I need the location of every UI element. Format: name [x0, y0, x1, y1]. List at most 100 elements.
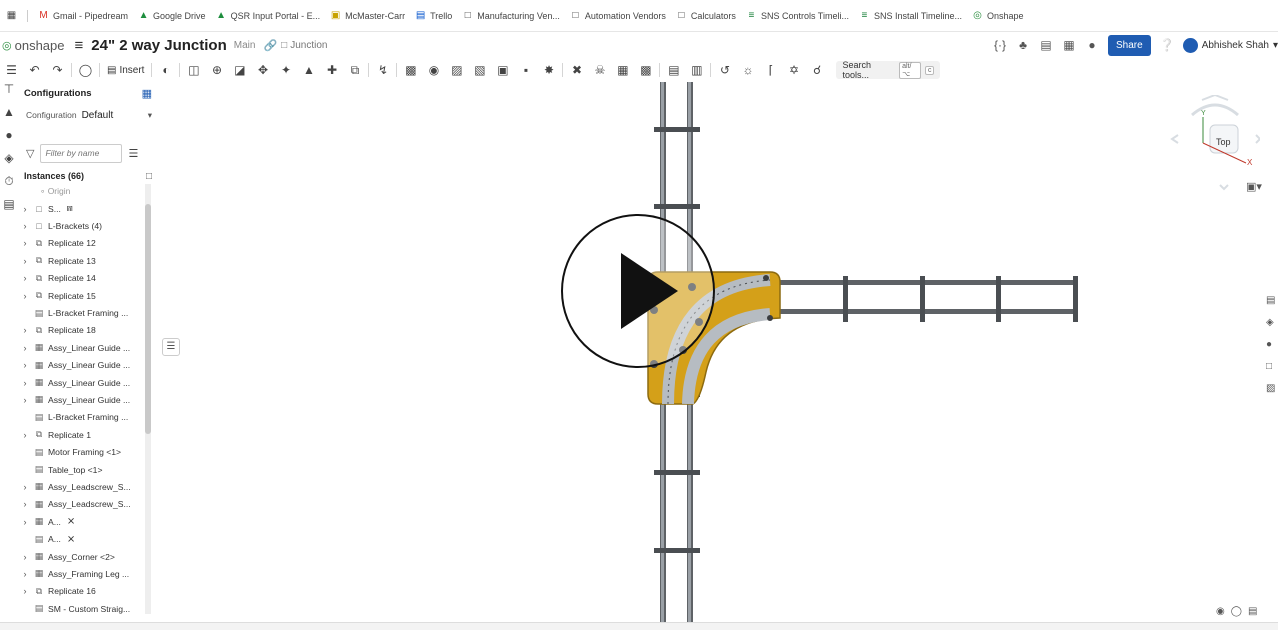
tree-item[interactable]: › ⧉ Replicate 18 — [18, 322, 158, 339]
expand-chevron-icon[interactable]: › — [18, 499, 32, 509]
globe-icon[interactable]: ● — [1085, 38, 1099, 52]
tangent-mate-icon[interactable]: ↯ — [371, 63, 394, 77]
spring-icon[interactable]: ↺ — [713, 63, 736, 77]
filter-icon[interactable]: ▽ — [26, 147, 34, 160]
expand-chevron-icon[interactable]: › — [18, 273, 32, 283]
tree-item[interactable]: › ⧉ Replicate 1 — [18, 426, 158, 443]
bookmark-item[interactable]: □ Calculators — [676, 10, 736, 21]
frame-icon[interactable]: ✖ — [565, 63, 588, 77]
planar-mate-icon[interactable]: ✦ — [274, 63, 297, 77]
tree-item[interactable]: › ▦ Assy_Linear Guide ... — [18, 374, 158, 391]
mate-connector-icon[interactable]: ◉ — [422, 63, 445, 77]
apps-icon[interactable]: ▦ — [1062, 38, 1076, 52]
expand-chevron-icon[interactable]: › — [18, 291, 32, 301]
expand-chevron-icon[interactable]: › — [18, 221, 32, 231]
bookmark-item[interactable]: ≡ SNS Install Timeline... — [859, 10, 962, 21]
tree-item[interactable]: ▤ Motor Framing <1> — [18, 443, 158, 460]
bookmark-item[interactable]: ▤ Trello — [415, 10, 452, 21]
bom-icon[interactable]: ▤ — [662, 63, 685, 77]
tree-item[interactable]: ▤ L-Bracket Framing ... — [18, 304, 158, 321]
expand-chevron-icon[interactable]: › — [18, 360, 32, 370]
graphics-canvas[interactable] — [158, 82, 1266, 622]
tree-item[interactable]: ▤ A... ⨯ — [18, 530, 158, 547]
weld-icon[interactable]: ☠ — [588, 63, 611, 77]
scrollbar-thumb[interactable] — [145, 204, 151, 434]
document-title[interactable]: 24" 2 way Junction — [91, 37, 227, 54]
expand-chevron-icon[interactable]: › — [18, 378, 32, 388]
expand-chevron-icon[interactable]: › — [18, 204, 32, 214]
stack-icon[interactable]: ▤ — [1248, 606, 1257, 617]
feature-list-icon[interactable]: ☰ — [0, 63, 23, 77]
expand-chevron-icon[interactable]: › — [18, 586, 32, 596]
tree-item[interactable]: ▤ Table_top <1> — [18, 461, 158, 478]
list-view-icon[interactable]: ☰ — [128, 147, 138, 160]
variables-icon[interactable]: {·} — [993, 38, 1007, 52]
tree-item[interactable]: › ⧉ Replicate 15 — [18, 287, 158, 304]
expand-chevron-icon[interactable]: › — [18, 552, 32, 562]
expand-chevron-icon[interactable]: › — [18, 256, 32, 266]
expand-chevron-icon[interactable]: › — [18, 569, 32, 579]
fastened-mate-icon[interactable]: ⊕ — [205, 63, 228, 77]
expand-chevron-icon[interactable]: › — [18, 430, 32, 440]
expand-chevron-icon[interactable]: › — [18, 343, 32, 353]
document-icon[interactable]: ▤ — [1039, 38, 1053, 52]
pattern-icon[interactable]: ▣ — [491, 63, 514, 77]
mates-panel-icon[interactable]: ● — [1266, 339, 1278, 361]
tree-item[interactable]: › ▦ Assy_Framing Leg ... — [18, 565, 158, 582]
mates-icon[interactable]: ⊤ — [0, 82, 18, 105]
bookmark-item[interactable]: ≡ SNS Controls Timeli... — [746, 10, 849, 21]
filter-input[interactable] — [40, 143, 123, 163]
help-icon[interactable]: ❔ — [1160, 38, 1175, 52]
tree-item[interactable]: › □ S... ⩎ — [18, 200, 158, 217]
group-icon[interactable]: ▩ — [399, 63, 422, 77]
tree-item[interactable]: › ⧉ Replicate 14 — [18, 270, 158, 287]
revolute-mate-icon[interactable]: ◪ — [228, 63, 251, 77]
section-icon[interactable]: ▪ — [514, 63, 537, 77]
replicate-icon[interactable]: ▧ — [468, 63, 491, 77]
tree-item[interactable]: › ▦ Assy_Leadscrew_S... — [18, 478, 158, 495]
expand-chevron-icon[interactable]: › — [18, 517, 32, 527]
tree-item[interactable]: › ▦ Assy_Linear Guide ... — [18, 391, 158, 408]
view-options-icon[interactable]: ▣▾ — [1246, 180, 1262, 193]
origin-item[interactable]: ∘ Origin — [18, 186, 158, 200]
bookmark-item[interactable]: ◎ Onshape — [972, 10, 1023, 21]
tree-item[interactable]: › ⧉ Replicate 12 — [18, 235, 158, 252]
view-cube-top-label[interactable]: Top — [1216, 137, 1231, 147]
parts-icon[interactable]: ◈ — [0, 151, 18, 174]
bookmark-item[interactable]: ▲ QSR Input Portal - E... — [216, 10, 320, 21]
ball-mate-icon[interactable]: ⧉ — [343, 63, 366, 78]
notifications-icon[interactable]: ♣ — [1016, 38, 1030, 52]
linear-relation-icon[interactable]: ☌ — [805, 63, 828, 77]
folder-breadcrumb[interactable]: □ Junction — [281, 40, 327, 51]
gear-mate-icon[interactable]: ☼ — [736, 63, 759, 77]
tree-item[interactable]: › ▦ Assy_Corner <2> — [18, 548, 158, 565]
bookmark-item[interactable]: M Gmail - Pipedream — [38, 10, 128, 21]
redo-icon[interactable]: ↷ — [46, 63, 69, 77]
tree-item[interactable]: › ▦ A... ⨯ — [18, 513, 158, 530]
branch-label[interactable]: Main — [234, 40, 256, 51]
menu-icon[interactable]: ≡ — [75, 37, 84, 54]
comments-icon[interactable]: ● — [0, 128, 18, 151]
bookmark-item[interactable]: □ Automation Vendors — [570, 10, 666, 21]
appearance-icon[interactable]: ▲ — [0, 105, 18, 128]
insert-button[interactable]: ▤ Insert — [102, 65, 149, 76]
tree-item[interactable]: › □ L-Brackets (4) — [18, 217, 158, 234]
rack-icon[interactable]: ▦ — [611, 63, 634, 77]
bom-panel-icon[interactable]: ▤ — [0, 197, 18, 220]
tree-item[interactable]: › ▦ Assy_Leadscrew_S... — [18, 496, 158, 513]
configuration-table-icon[interactable]: ▦ — [142, 87, 152, 100]
bom-side-icon[interactable]: ▨ — [1266, 383, 1278, 405]
apps-button[interactable]: ▦ — [6, 10, 17, 21]
expand-chevron-icon[interactable]: › — [18, 482, 32, 492]
link-icon[interactable]: 🔗 — [263, 39, 277, 52]
share-button[interactable]: Share — [1108, 34, 1151, 56]
configuration-select[interactable]: Configuration Default ▾ — [18, 104, 158, 126]
parts-panel-icon[interactable]: □ — [1266, 361, 1278, 383]
collapse-all-icon[interactable]: □ — [146, 171, 152, 182]
cloud-icon[interactable]: ◯ — [1231, 606, 1242, 617]
tree-item[interactable]: › ⧉ Replicate 13 — [18, 252, 158, 269]
tree-item[interactable]: › ▦ Assy_Linear Guide ... — [18, 357, 158, 374]
bookmark-item[interactable]: ▲ Google Drive — [138, 10, 206, 21]
animation-icon[interactable]: ⏱ — [0, 174, 18, 197]
search-tools-input[interactable]: Search tools... alt/⌥ c — [836, 60, 941, 80]
